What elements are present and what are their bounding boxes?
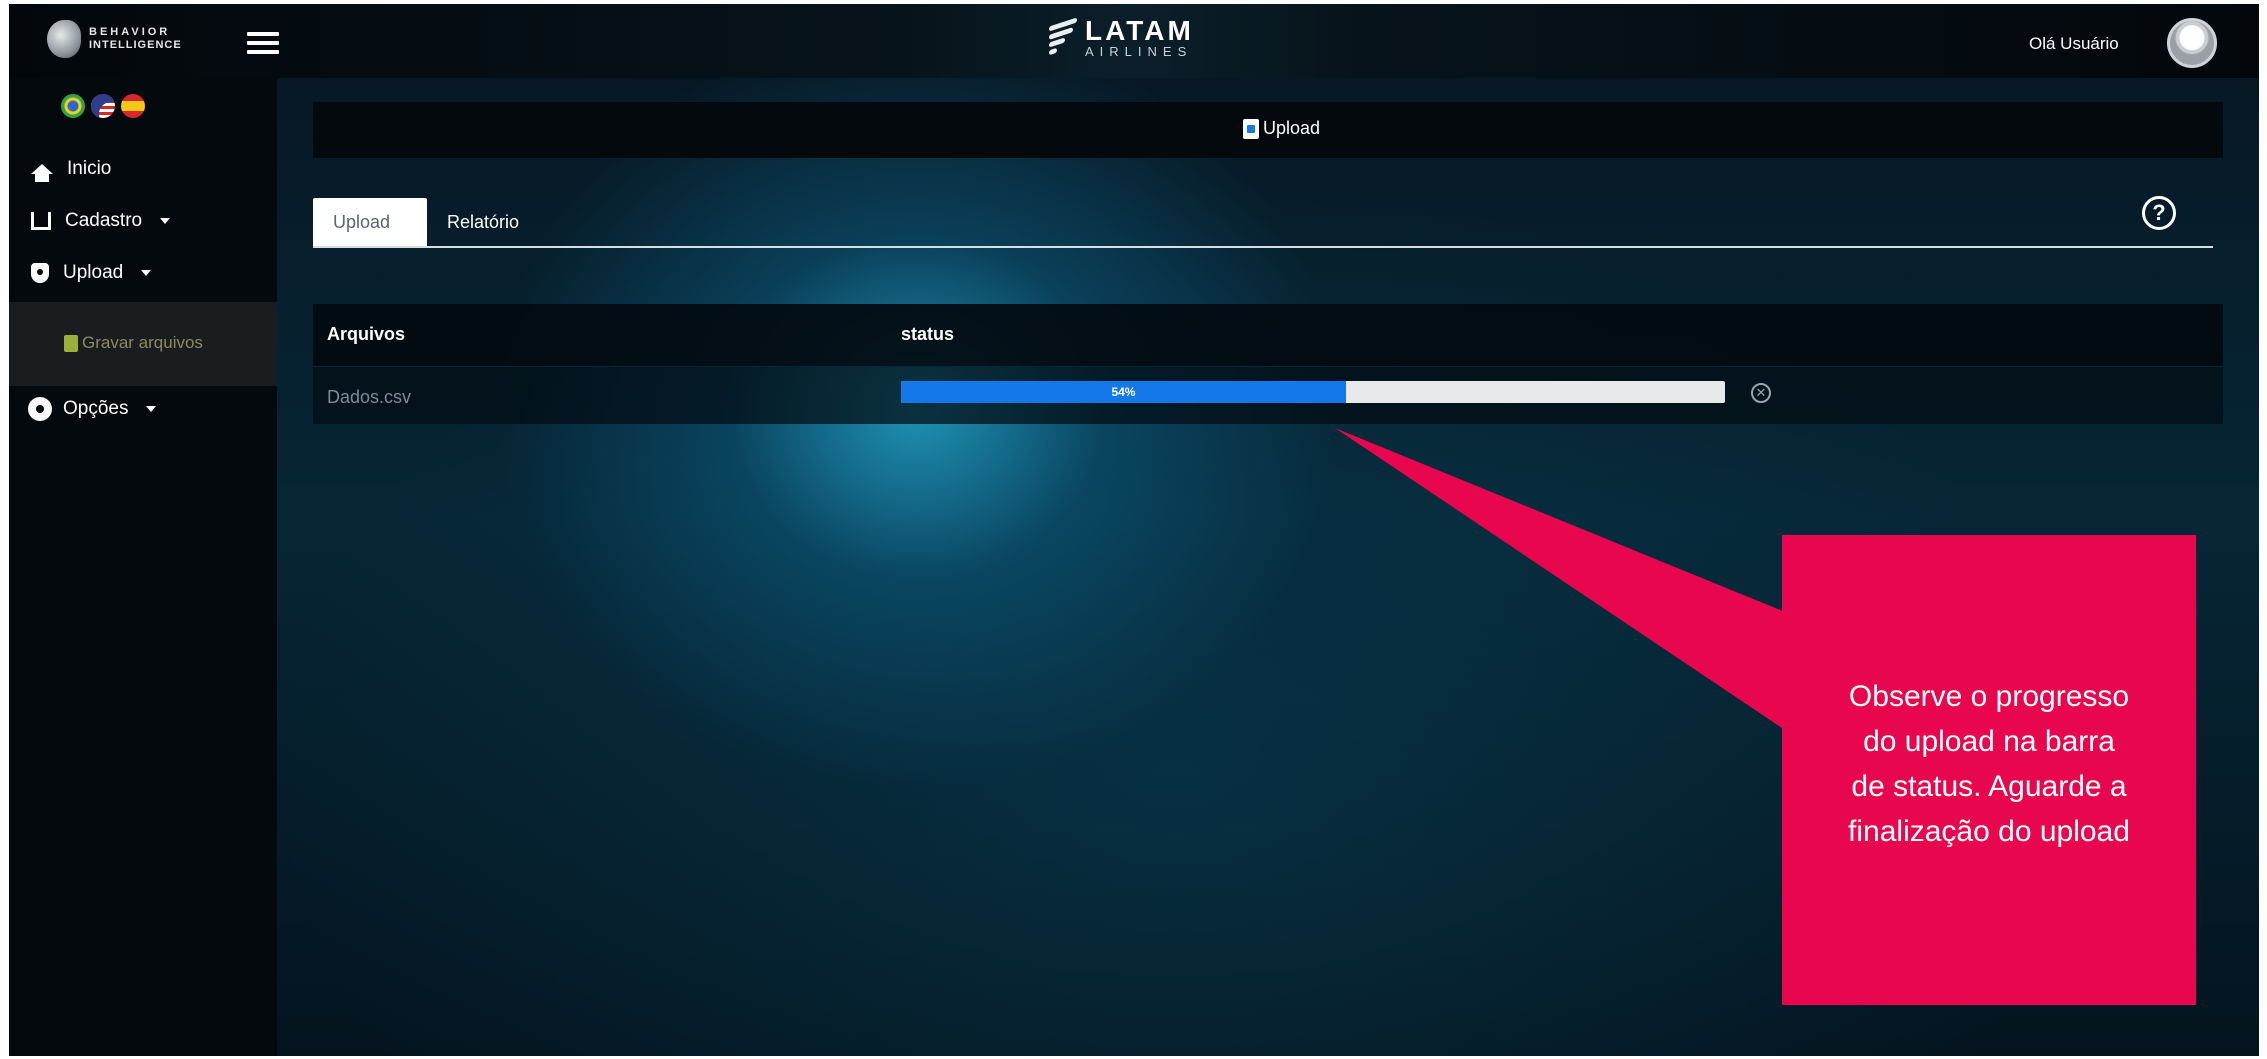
brand-head-icon	[47, 20, 81, 58]
gear-icon	[31, 400, 49, 418]
brand-line2: INTELLIGENCE	[89, 39, 182, 51]
instruction-callout: Observe o progresso do upload na barra d…	[1782, 535, 2196, 1005]
user-greeting: Olá Usuário	[2029, 34, 2119, 53]
tab-bar: Upload Relatório	[313, 198, 2213, 248]
table-row: Dados.csv 54% ✕	[313, 366, 2223, 424]
user-avatar[interactable]	[2167, 18, 2217, 68]
table-header: Arquivos status	[313, 304, 2223, 366]
sidebar: Inicio Cadastro Upload Gravar arquivos O…	[9, 78, 277, 1056]
upload-file-icon	[1243, 118, 1259, 139]
language-selector	[61, 94, 145, 118]
menu-toggle-icon[interactable]	[247, 32, 279, 54]
tab-relatorio[interactable]: Relatório	[427, 198, 539, 246]
logo-name: LATAM	[1085, 15, 1194, 46]
top-bar: BEHAVIOR INTELLIGENCE LATAM AIRLINES Olá…	[9, 4, 2259, 78]
page-title: Upload	[1263, 118, 1321, 138]
latam-mark-icon	[1049, 16, 1079, 60]
progress-fill: 54%	[901, 381, 1346, 403]
logo-sub: AIRLINES	[1085, 44, 1193, 59]
sidebar-item-label: Upload	[63, 262, 124, 283]
cancel-upload-icon[interactable]: ✕	[1751, 383, 1771, 403]
spain-flag-icon[interactable]	[121, 94, 145, 118]
sidebar-item-upload[interactable]: Upload	[31, 262, 152, 284]
brand-logo: BEHAVIOR INTELLIGENCE	[47, 20, 182, 58]
brand-line1: BEHAVIOR	[89, 26, 171, 38]
book-icon	[31, 212, 51, 230]
sidebar-item-gravar-arquivos[interactable]: Gravar arquivos	[64, 333, 203, 353]
upload-submenu: Gravar arquivos	[9, 302, 277, 386]
help-icon[interactable]: ?	[2142, 196, 2176, 230]
home-icon	[31, 164, 53, 182]
file-name: Dados.csv	[327, 387, 412, 407]
sidebar-subitem-label: Gravar arquivos	[82, 333, 203, 352]
caret-down-icon	[141, 270, 152, 276]
tab-upload[interactable]: Upload	[313, 198, 427, 246]
sidebar-item-label: Inicio	[67, 158, 112, 179]
upload-progress-bar: 54%	[901, 381, 1725, 403]
caret-down-icon	[160, 218, 171, 224]
brazil-flag-icon[interactable]	[61, 94, 85, 118]
sidebar-item-label: Opções	[63, 398, 129, 419]
upload-table: Arquivos status Dados.csv 54% ✕	[313, 304, 2223, 424]
sidebar-item-opcoes[interactable]: Opções	[31, 398, 157, 420]
column-header-status: status	[901, 324, 955, 344]
file-icon	[64, 334, 78, 352]
usa-flag-icon[interactable]	[91, 94, 115, 118]
sidebar-item-label: Cadastro	[65, 210, 143, 231]
sidebar-item-inicio[interactable]: Inicio	[31, 158, 112, 182]
column-header-arquivos: Arquivos	[327, 324, 406, 344]
latam-logo: LATAM AIRLINES	[1049, 16, 1194, 60]
shield-icon	[31, 263, 49, 283]
sidebar-item-cadastro[interactable]: Cadastro	[31, 210, 171, 232]
page-header: Upload	[313, 102, 2223, 158]
callout-text: Observe o progresso do upload na barra d…	[1848, 680, 2130, 848]
caret-down-icon	[146, 406, 157, 412]
